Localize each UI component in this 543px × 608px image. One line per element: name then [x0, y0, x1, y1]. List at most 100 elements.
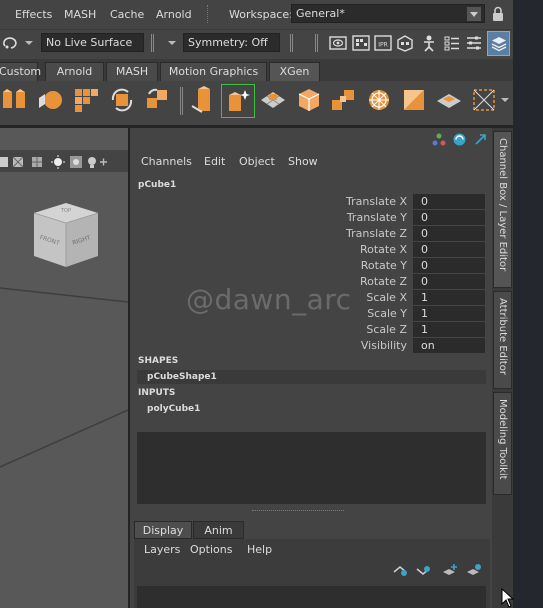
- attr-field-translate-y[interactable]: 0: [413, 210, 485, 225]
- viewcube-top-label: TOP: [60, 208, 71, 214]
- channel-key-icon[interactable]: [432, 133, 446, 147]
- expand-arrow-icon[interactable]: [474, 133, 487, 146]
- xgen-cycle-icon[interactable]: [143, 86, 171, 114]
- tab-channel-box-layer-editor[interactable]: Channel Box / Layer Editor: [493, 131, 512, 288]
- symmetry-dropdown[interactable]: Symmetry: Off: [183, 33, 280, 52]
- tool-settings-icon[interactable]: [465, 34, 483, 52]
- xgen-cut-icon[interactable]: [400, 86, 428, 114]
- render-settings-icon[interactable]: [396, 34, 414, 52]
- workspace-dropdown[interactable]: General*: [291, 4, 485, 23]
- xgen-box-icon[interactable]: [295, 86, 323, 114]
- channels-menu[interactable]: Channels: [141, 155, 192, 168]
- tab-modeling-toolkit-label: Modeling Toolkit: [497, 399, 508, 480]
- attr-label-translate-y[interactable]: Translate Y: [347, 211, 407, 224]
- new-layer-selected-icon[interactable]: [466, 563, 482, 578]
- xgen-select-icon: [473, 89, 495, 111]
- attr-label-translate-x[interactable]: Translate X: [346, 195, 407, 208]
- attr-label-rotate-x[interactable]: Rotate X: [360, 243, 407, 256]
- xgen-scatter-icon[interactable]: [330, 86, 358, 114]
- tab-mash[interactable]: MASH: [106, 62, 158, 81]
- help-menu[interactable]: Help: [247, 543, 272, 556]
- attr-label-scale-y[interactable]: Scale Y: [367, 307, 407, 320]
- attr-field-scale-z[interactable]: 1: [413, 322, 485, 337]
- tab-anim[interactable]: Anim: [193, 521, 244, 539]
- attr-field-rotate-y[interactable]: 0: [413, 258, 485, 273]
- xgen-grid-icon[interactable]: [72, 86, 100, 114]
- menu-arnold[interactable]: Arnold: [156, 8, 192, 21]
- tab-modeling-toolkit[interactable]: Modeling Toolkit: [493, 392, 512, 495]
- layers-menu[interactable]: Layers: [144, 543, 180, 556]
- attr-label-scale-z[interactable]: Scale Z: [366, 323, 407, 336]
- attr-label-translate-z[interactable]: Translate Z: [346, 227, 407, 240]
- tab-arnold-label: Arnold: [56, 65, 93, 78]
- symmetry-label: Symmetry: Off: [188, 36, 268, 49]
- shelf-separator: [180, 87, 183, 115]
- attr-label-visibility[interactable]: Visibility: [361, 339, 407, 352]
- menu-separator: [207, 5, 209, 23]
- render-view-icon[interactable]: [329, 34, 347, 52]
- xgen-sphere-icon[interactable]: [36, 86, 64, 114]
- lock-icon[interactable]: [491, 6, 505, 22]
- svg-text:IPR: IPR: [378, 42, 388, 49]
- attr-label-scale-x[interactable]: Scale X: [366, 291, 407, 304]
- show-menu[interactable]: Show: [288, 155, 318, 168]
- input-node[interactable]: polyCube1: [137, 402, 486, 416]
- attr-label-rotate-z[interactable]: Rotate Z: [360, 275, 407, 288]
- chevron-down-icon[interactable]: [167, 39, 177, 47]
- attr-field-scale-x[interactable]: 1: [413, 290, 485, 305]
- menu-effects[interactable]: Effects: [15, 8, 52, 21]
- lasso-icon[interactable]: [2, 35, 18, 51]
- hypershade-icon[interactable]: [420, 34, 438, 52]
- tab-mash-label: MASH: [115, 65, 149, 78]
- tab-attribute-editor[interactable]: Attribute Editor: [493, 291, 512, 389]
- tab-arnold[interactable]: Arnold: [45, 62, 104, 81]
- move-layer-up-icon[interactable]: [392, 564, 408, 578]
- ipr-render-icon[interactable]: IPR: [374, 34, 392, 52]
- options-menu[interactable]: Options: [190, 543, 232, 556]
- shapes-header: SHAPES: [138, 356, 179, 366]
- view-cube[interactable]: TOP FRONT RIGHT: [31, 200, 101, 270]
- attribute-list-icon[interactable]: [443, 34, 461, 52]
- tab-display[interactable]: Display: [134, 521, 192, 539]
- new-layer-icon[interactable]: [442, 563, 458, 578]
- shape-node[interactable]: pCubeShape1: [137, 370, 486, 384]
- attr-label-rotate-y[interactable]: Rotate Y: [361, 259, 407, 272]
- status-separator: [151, 34, 154, 52]
- tab-custom[interactable]: Custom: [0, 62, 41, 81]
- attr-field-translate-x[interactable]: 0: [413, 194, 485, 209]
- render-frame-icon[interactable]: [352, 34, 370, 52]
- desktop-edge: [513, 0, 543, 608]
- object-menu[interactable]: Object: [239, 155, 275, 168]
- attr-field-rotate-x[interactable]: 0: [413, 242, 485, 257]
- chevron-down-icon[interactable]: [500, 95, 510, 105]
- xgen-plane-icon[interactable]: [259, 86, 287, 114]
- object-name[interactable]: pCube1: [138, 180, 176, 190]
- attr-field-scale-y[interactable]: 1: [413, 306, 485, 321]
- viewport-toolbar-icons[interactable]: [0, 154, 128, 170]
- attr-field-visibility[interactable]: on: [413, 338, 485, 353]
- attr-field-translate-z[interactable]: 0: [413, 226, 485, 241]
- tab-motion-graphics[interactable]: Motion Graphics: [160, 62, 267, 81]
- xgen-flat-icon[interactable]: [435, 86, 463, 114]
- xgen-refresh-icon[interactable]: [108, 86, 136, 114]
- layers-icon: [491, 37, 507, 52]
- xgen-guide-icon[interactable]: [190, 86, 218, 114]
- chevron-down-icon[interactable]: [24, 39, 34, 47]
- live-surface-label: No Live Surface: [46, 36, 133, 49]
- live-surface-field[interactable]: No Live Surface: [41, 33, 144, 52]
- xgen-wheel-icon[interactable]: [365, 86, 393, 114]
- move-layer-down-icon[interactable]: [415, 564, 431, 578]
- tab-xgen[interactable]: XGen: [269, 62, 320, 81]
- selected-shelf-button[interactable]: [221, 84, 255, 118]
- menu-mash[interactable]: MASH: [64, 8, 96, 21]
- xgen-collection-icon[interactable]: [1, 86, 29, 114]
- xgen-select-button[interactable]: [468, 84, 501, 117]
- menu-cache[interactable]: Cache: [110, 8, 144, 21]
- channel-box-toggle[interactable]: [487, 31, 510, 56]
- layer-list[interactable]: [137, 586, 486, 608]
- panel-splitter-handle[interactable]: [252, 510, 344, 512]
- attr-field-rotate-z[interactable]: 0: [413, 274, 485, 289]
- mouse-cursor-icon: [501, 588, 515, 608]
- sync-icon[interactable]: [452, 132, 467, 147]
- edit-menu[interactable]: Edit: [204, 155, 225, 168]
